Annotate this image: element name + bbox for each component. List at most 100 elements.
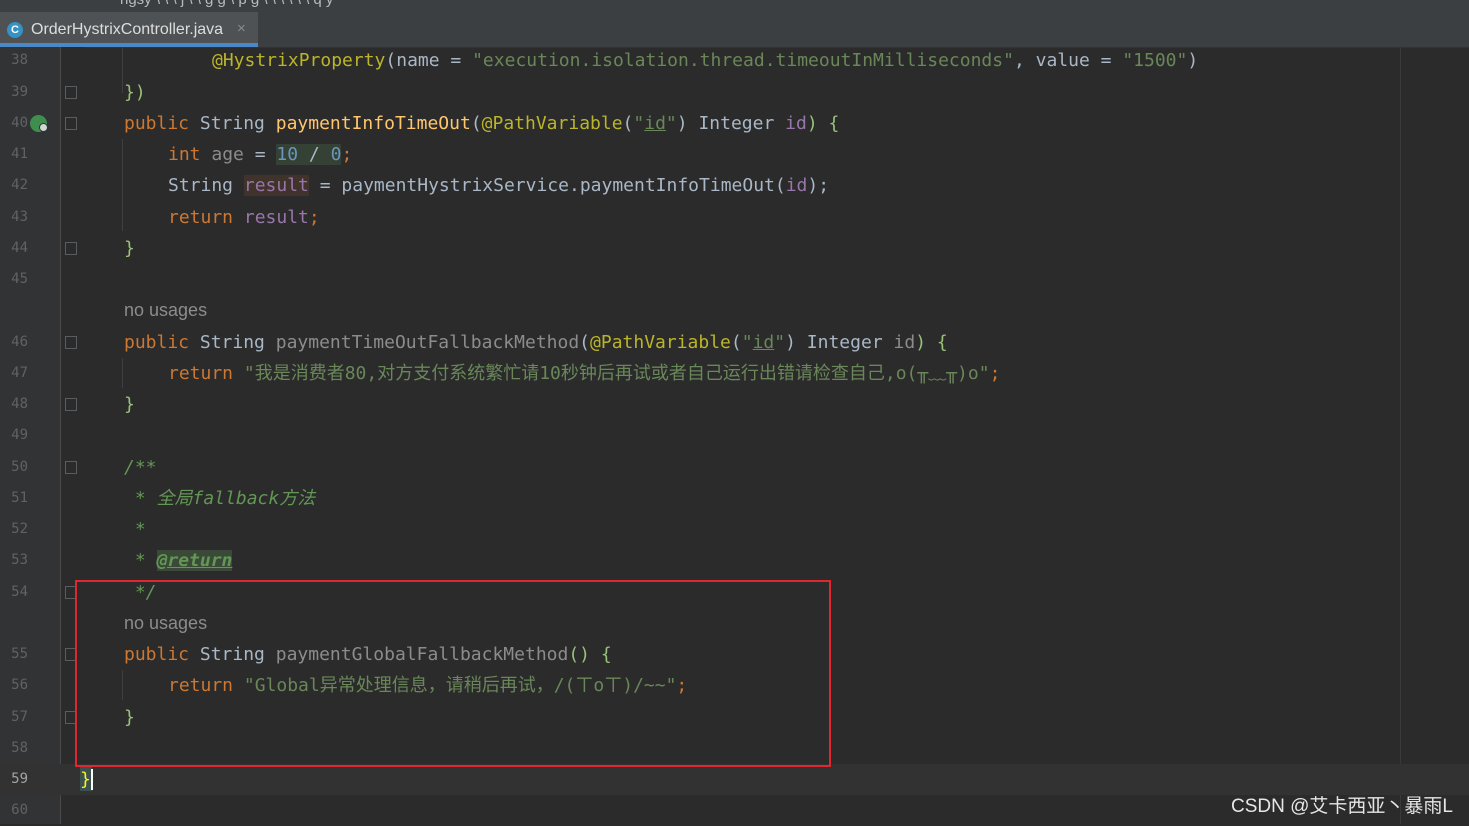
code-line[interactable]: public String paymentInfoTimeOut(@PathVa…	[124, 108, 839, 139]
parameter: id	[785, 113, 807, 134]
keyword: int	[168, 144, 201, 165]
code-line[interactable]: })	[124, 77, 146, 108]
line-number: 49	[11, 427, 28, 443]
string-literal: "1500"	[1122, 50, 1188, 71]
code-text: (	[730, 332, 742, 353]
code-line[interactable]: return "我是消费者80,对方支付系统繁忙请10秒钟后再试或者自己运行出错…	[168, 358, 1000, 389]
variable: age	[200, 144, 255, 165]
line-number: 47	[11, 365, 28, 381]
fold-marker-icon[interactable]	[65, 86, 77, 99]
string-literal: "	[774, 332, 786, 353]
keyword: public	[124, 332, 190, 353]
code-text: = paymentHystrixService.paymentInfoTimeO…	[308, 175, 786, 196]
indent-guide	[122, 139, 123, 231]
line-number: 55	[11, 646, 28, 662]
line-number: 40	[11, 115, 28, 131]
annotation: @HystrixProperty	[212, 50, 386, 71]
line-number: 48	[11, 396, 28, 412]
close-icon[interactable]: ×	[237, 20, 246, 37]
method-name: paymentInfoTimeOut	[275, 113, 471, 134]
string-literal: id	[752, 332, 775, 353]
usage-hint[interactable]: no usages	[124, 295, 207, 326]
line-number: 46	[11, 334, 28, 350]
code-text: String	[189, 113, 276, 134]
keyword: return	[168, 363, 244, 384]
line-number: 57	[11, 709, 28, 725]
code-line[interactable]: }	[80, 764, 91, 795]
parameter: id	[785, 175, 808, 196]
navigation-bar: ngsy \ \ \ j \ \ g g \ p g \ \ \ \ \ \ q…	[0, 0, 1469, 12]
breadcrumb[interactable]: ngsy \ \ \ j \ \ g g \ p g \ \ \ \ \ \ q…	[120, 0, 333, 8]
line-number: 41	[11, 146, 28, 162]
line-number: 60	[11, 802, 28, 818]
line-number: 45	[11, 271, 28, 287]
annotation: @PathVariable	[590, 332, 731, 353]
variable: result	[243, 207, 309, 228]
java-class-icon: C	[7, 22, 23, 38]
string-literal: id	[644, 113, 666, 134]
code-text: ) {	[915, 332, 948, 353]
string-literal: "	[665, 113, 677, 134]
tab-order-hystrix-controller[interactable]: C OrderHystrixController.java ×	[0, 12, 258, 47]
code-text: (	[622, 113, 634, 134]
code-text: (	[470, 113, 482, 134]
indent-guide	[122, 47, 123, 93]
parameter: id	[893, 332, 916, 353]
number-literal: 0	[330, 144, 342, 165]
fold-marker-icon[interactable]	[65, 398, 77, 411]
code-text: String	[168, 175, 244, 196]
fold-marker-icon[interactable]	[65, 336, 77, 349]
fold-marker-icon[interactable]	[65, 242, 77, 255]
operator: /	[298, 144, 331, 165]
variable: result	[243, 175, 309, 196]
code-line[interactable]: public String paymentTimeOutFallbackMeth…	[124, 327, 948, 358]
highlight-box	[75, 580, 831, 767]
spring-bean-icon[interactable]	[30, 115, 48, 132]
line-number: 44	[11, 240, 28, 256]
code-line[interactable]: }	[124, 389, 135, 420]
keyword: public	[124, 113, 190, 134]
fold-marker-icon[interactable]	[65, 461, 77, 474]
code-text: , value =	[1013, 50, 1123, 71]
string-literal: "	[633, 113, 645, 134]
code-text: ) Integer	[785, 332, 894, 353]
line-number: 56	[11, 677, 28, 693]
code-line[interactable]: /**	[124, 452, 157, 483]
string-literal: "execution.isolation.thread.timeoutInMil…	[472, 50, 1014, 71]
line-number: 53	[11, 552, 28, 568]
code-line[interactable]: @HystrixProperty(name = "execution.isola…	[212, 45, 1198, 76]
annotation: @PathVariable	[481, 113, 623, 134]
line-number: 42	[11, 177, 28, 193]
code-text: String	[189, 332, 276, 353]
line-number: 54	[11, 584, 28, 600]
code-line[interactable]: return result;	[168, 202, 320, 233]
code-line[interactable]: * @return	[124, 545, 233, 576]
code-line[interactable]: * 全局fallback方法	[124, 483, 315, 514]
code-line[interactable]: }	[124, 233, 135, 264]
line-number: 50	[11, 459, 28, 475]
code-line[interactable]: String result = paymentHystrixService.pa…	[168, 170, 829, 201]
fold-marker-icon[interactable]	[65, 117, 77, 130]
line-number: 39	[11, 84, 28, 100]
code-text: ;	[308, 207, 320, 228]
code-text: ) Integer	[676, 113, 786, 134]
code-text: )	[1187, 50, 1199, 71]
watermark: CSDN @艾卡西亚丶暴雨L	[1231, 796, 1453, 817]
line-number: 43	[11, 209, 28, 225]
line-number: 38	[11, 52, 28, 68]
code-text: =	[254, 144, 277, 165]
line-number: 51	[11, 490, 28, 506]
code-line[interactable]: int age = 10 / 0;	[168, 139, 352, 170]
number-literal: 10	[276, 144, 299, 165]
keyword: return	[168, 207, 244, 228]
code-text: ;	[989, 363, 1001, 384]
code-text: ) {	[806, 113, 840, 134]
code-text: );	[807, 175, 830, 196]
code-line[interactable]: *	[124, 514, 146, 545]
line-number: 52	[11, 521, 28, 537]
line-number: 58	[11, 740, 28, 756]
text-caret	[91, 769, 93, 790]
string-literal: "	[741, 332, 753, 353]
right-margin-guide	[1400, 47, 1401, 824]
tab-title: OrderHystrixController.java	[31, 21, 224, 38]
